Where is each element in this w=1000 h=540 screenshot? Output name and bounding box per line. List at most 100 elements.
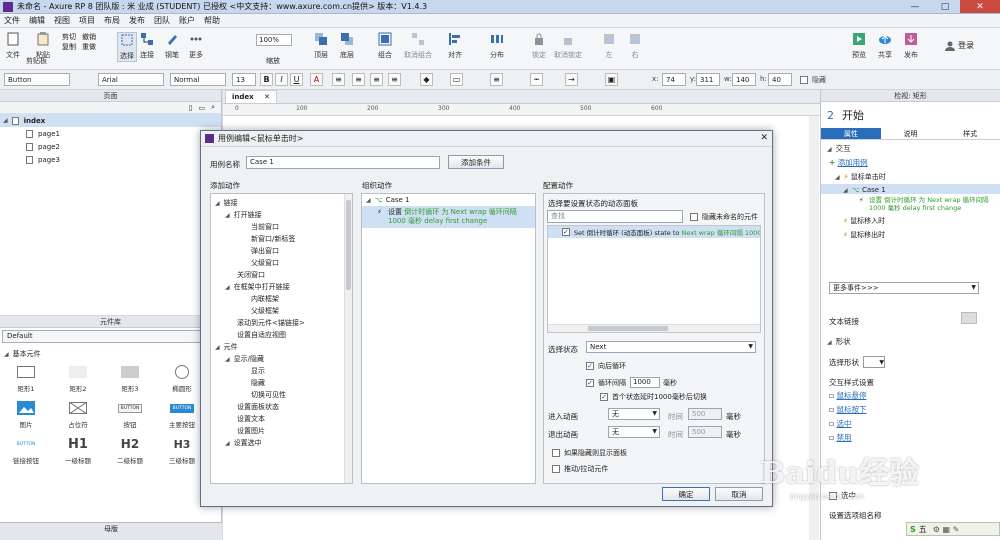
publish-button[interactable]: 发布	[904, 32, 918, 60]
library-group[interactable]: ◢ 基本元件	[0, 345, 221, 359]
text-link-button[interactable]	[961, 312, 977, 324]
panel-item-checkbox[interactable]: ✓	[562, 228, 570, 236]
align-left-button[interactable]: ≡	[352, 73, 365, 86]
ime-toolbar[interactable]: S 五 ⚙ ▦ ✎	[906, 522, 1000, 536]
align-button[interactable]: 对齐	[448, 32, 462, 60]
zoom-select[interactable]: 100%	[256, 34, 292, 46]
pen-tool-button[interactable]: 钢笔	[165, 32, 179, 60]
widget-rect3[interactable]: 矩形3	[104, 365, 156, 393]
menu-file[interactable]: 文件	[4, 15, 20, 26]
hidden-checkbox[interactable]	[800, 76, 808, 84]
interval-option[interactable]: ✓ 循环间隔 1000 毫秒	[586, 377, 677, 388]
action-tree-item[interactable]: 切换可见性	[211, 389, 352, 401]
fill-color-button[interactable]: ◆	[420, 73, 433, 86]
style-selected-link[interactable]: ▫ 选中	[829, 418, 851, 429]
library-select[interactable]: Default	[2, 330, 219, 343]
event-mouse-leave[interactable]: ⚡ 鼠标移出时	[821, 226, 1000, 240]
interval-input[interactable]: 1000	[630, 377, 660, 388]
bring-to-front-button[interactable]: 顶层	[314, 32, 328, 60]
expand-arrow-icon[interactable]: ◢	[225, 212, 230, 219]
action-tree-item[interactable]: 弹出窗口	[211, 245, 352, 257]
first-delay-checkbox[interactable]: ✓	[600, 393, 608, 401]
action-tree-item[interactable]: 设置图片	[211, 425, 352, 437]
expand-arrow-icon[interactable]: ◢	[225, 440, 230, 447]
push-pull-option[interactable]: 推动/拉动元件	[552, 464, 608, 474]
collapse-arrow-icon[interactable]: ◢	[4, 351, 9, 358]
org-action-item[interactable]: ⚡ 设置 倒计时循环 为 Next wrap 循环间隔 1000 毫秒 dela…	[362, 206, 535, 228]
wrap-option[interactable]: ✓ 向后循环	[586, 361, 626, 371]
tab-properties[interactable]: 属性	[821, 128, 881, 139]
select-tool-button[interactable]: 选择	[117, 32, 137, 62]
minimize-button[interactable]: —	[900, 0, 930, 13]
x-input[interactable]: 74	[662, 73, 686, 86]
first-delay-option[interactable]: ✓ 首个状态延时1000毫秒后切换	[600, 392, 707, 402]
menu-account[interactable]: 账户	[179, 15, 195, 26]
interval-checkbox[interactable]: ✓	[586, 378, 594, 387]
enter-time-input[interactable]: 500	[688, 408, 722, 420]
action-tree-item[interactable]: 设置自适应视图	[211, 329, 352, 341]
action-tree-scrollbar[interactable]	[344, 194, 352, 483]
widget-link-button[interactable]: BUTTON 链接按钮	[0, 437, 52, 466]
widget-rect2[interactable]: 矩形2	[52, 365, 104, 393]
menu-project[interactable]: 项目	[79, 15, 95, 26]
right-button[interactable]: 右	[628, 32, 642, 60]
left-button[interactable]: 左	[602, 32, 616, 60]
bold-button[interactable]: B	[260, 73, 273, 86]
action-tree-item[interactable]: 内联框架	[211, 293, 352, 305]
ok-button[interactable]: 确定	[662, 487, 710, 501]
action-tree-item[interactable]: 显示	[211, 365, 352, 377]
search-icon[interactable]: ⌕	[211, 103, 215, 112]
hidden-toggle[interactable]: 隐藏	[800, 75, 826, 85]
case-name-input[interactable]: Case 1	[246, 156, 440, 169]
enter-animation-select[interactable]: 无 ▼	[608, 408, 660, 420]
arrow-style-button[interactable]: →	[565, 73, 578, 86]
border-color-button[interactable]: ▭	[450, 73, 463, 86]
hide-unnamed-checkbox[interactable]	[690, 213, 698, 221]
maximize-button[interactable]: □	[930, 0, 960, 13]
widget-button[interactable]: BUTTON 按钮	[104, 401, 156, 429]
cancel-button[interactable]: 取消	[715, 487, 763, 501]
file-button[interactable]: 文件	[6, 32, 20, 60]
group-button[interactable]: 组合	[378, 32, 392, 60]
action-tree-item[interactable]: ◢ 打开链接	[211, 209, 352, 221]
action-tree-item[interactable]: 父级窗口	[211, 257, 352, 269]
send-to-back-button[interactable]: 底层	[340, 32, 354, 60]
distribute-button[interactable]: 分布	[490, 32, 504, 60]
lock-button[interactable]: 锁定	[532, 32, 546, 60]
italic-button[interactable]: I	[275, 73, 288, 86]
text-color-button[interactable]: A	[310, 73, 323, 86]
close-window-button[interactable]: ✕	[960, 0, 1000, 13]
state-select[interactable]: Next ▼	[586, 341, 756, 353]
widget-placeholder[interactable]: 占位符	[52, 401, 104, 429]
expand-arrow-icon[interactable]: ◢	[225, 356, 230, 363]
page-item-page2[interactable]: page2	[0, 140, 221, 153]
underline-button[interactable]: U	[290, 73, 303, 86]
align-center-button[interactable]: ≡	[370, 73, 383, 86]
exit-time-input[interactable]: 500	[688, 426, 722, 438]
event-on-click[interactable]: ◢ ⚡ 鼠标单击时	[821, 168, 1000, 182]
expand-arrow-icon[interactable]: ◢	[225, 284, 230, 291]
action-tree-item[interactable]: 设置面板状态	[211, 401, 352, 413]
tab-index[interactable]: index ✕	[225, 90, 277, 103]
style-hover-link[interactable]: ▫ 鼠标悬停	[829, 390, 866, 401]
panel-search-input[interactable]: 查找	[547, 210, 683, 223]
bullet-list-button[interactable]: ≡	[332, 73, 345, 86]
add-case-link[interactable]: + 添加用例	[821, 157, 1000, 168]
exit-animation-select[interactable]: 无 ▼	[608, 426, 660, 438]
font-family-select[interactable]: Arial	[98, 73, 164, 86]
tab-style[interactable]: 样式	[940, 128, 1000, 139]
org-case-item[interactable]: ◢ ⌥ Case 1	[362, 194, 535, 206]
h-input[interactable]: 40	[768, 73, 792, 86]
shape-picker[interactable]: ▼	[863, 356, 885, 368]
redo-button[interactable]: 重做	[82, 42, 96, 52]
shadow-button[interactable]: ▣	[605, 73, 618, 86]
collapse-arrow-icon[interactable]: ◢	[3, 117, 8, 124]
show-if-hidden-option[interactable]: 如果隐藏则显示面板	[552, 448, 627, 458]
show-if-hidden-checkbox[interactable]	[552, 449, 560, 457]
action-tree-item[interactable]: 滚动到元件<锚链接>	[211, 317, 352, 329]
expand-arrow-icon[interactable]: ◢	[215, 344, 220, 351]
ungroup-button[interactable]: 取消组合	[404, 32, 432, 60]
shape-section[interactable]: ◢ 形状	[827, 336, 851, 347]
menu-team[interactable]: 团队	[154, 15, 170, 26]
unlock-button[interactable]: 取消锁定	[554, 32, 582, 60]
